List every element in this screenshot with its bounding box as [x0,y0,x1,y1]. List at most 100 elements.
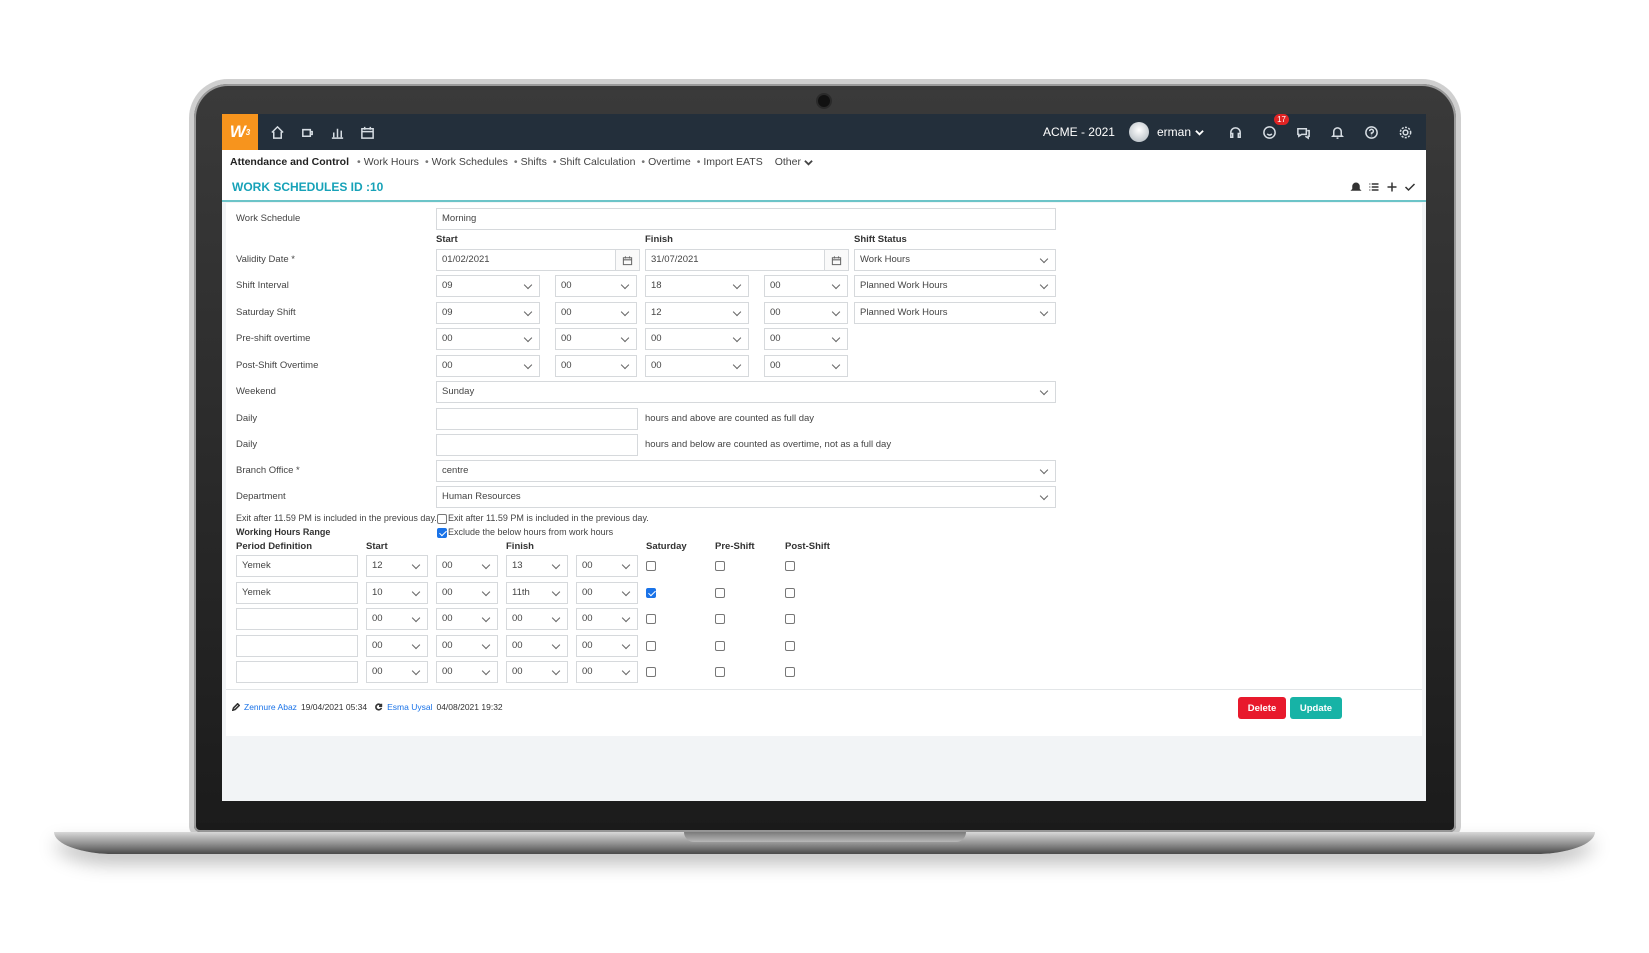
shift-interval-start-minute[interactable]: 00 [555,275,637,297]
period-saturday-checkbox[interactable] [646,588,656,598]
period-post-checkbox[interactable] [785,641,795,651]
delete-button[interactable]: Delete [1238,697,1286,719]
nav-work-schedules[interactable]: Work Schedules [425,156,508,168]
company-label[interactable]: ACME - 2021 [1043,125,1115,139]
period-name-input[interactable] [236,635,358,657]
nav-import-eats[interactable]: Import EATS [697,156,762,168]
period-finish-minute[interactable]: 00 [576,635,638,657]
period-pre-checkbox[interactable] [715,614,725,624]
period-start-minute[interactable]: 00 [436,661,498,683]
user-menu[interactable]: erman [1157,125,1204,139]
pre-finish-minute[interactable]: 00 [764,328,848,350]
saturday-finish-hour[interactable]: 12 [645,302,749,324]
period-start-hour[interactable]: 00 [366,608,428,630]
work-schedule-input[interactable]: Morning [436,208,1056,230]
check-icon[interactable] [1404,181,1416,193]
post-finish-hour[interactable]: 00 [645,355,749,377]
pre-finish-hour[interactable]: 00 [645,328,749,350]
period-finish-hour[interactable]: 13 [506,555,568,577]
department-select[interactable]: Human Resources [436,486,1056,508]
saturday-start-hour[interactable]: 09 [436,302,540,324]
shift-interval-finish-minute[interactable]: 00 [764,275,848,297]
period-start-hour[interactable]: 00 [366,661,428,683]
period-post-checkbox[interactable] [785,561,795,571]
period-start-minute[interactable]: 00 [436,582,498,604]
period-finish-hour[interactable]: 00 [506,635,568,657]
saturday-status-select[interactable]: Planned Work Hours [854,302,1056,324]
shift-interval-start-hour[interactable]: 09 [436,275,540,297]
daily-overtime-input[interactable] [436,434,638,456]
chat-icon[interactable] [1290,119,1316,145]
calendar-icon[interactable] [354,119,380,145]
period-finish-minute[interactable]: 00 [576,582,638,604]
period-name-input[interactable]: Yemek [236,555,358,577]
period-name-input[interactable] [236,661,358,683]
saturday-start-minute[interactable]: 00 [555,302,637,324]
post-start-hour[interactable]: 00 [436,355,540,377]
period-saturday-checkbox[interactable] [646,641,656,651]
update-button[interactable]: Update [1290,697,1342,719]
period-post-checkbox[interactable] [785,667,795,677]
saturday-finish-minute[interactable]: 00 [764,302,848,324]
bell-icon[interactable] [1350,181,1362,193]
app-logo[interactable]: W3 [222,114,258,150]
period-finish-hour[interactable]: 00 [506,608,568,630]
pre-start-hour[interactable]: 00 [436,328,540,350]
exclude-hours-checkbox[interactable] [437,528,447,538]
nav-shifts[interactable]: Shifts [514,156,547,168]
period-start-hour[interactable]: 00 [366,635,428,657]
smiley-icon[interactable]: 17 [1256,114,1289,145]
updated-by-link[interactable]: Esma Uysal [387,702,432,712]
validity-finish-input[interactable]: 31/07/2021 [645,249,849,271]
calendar-icon[interactable] [824,250,848,270]
period-name-input[interactable]: Yemek [236,582,358,604]
nav-other[interactable]: Other [775,156,813,168]
list-icon[interactable] [1368,181,1380,193]
period-pre-checkbox[interactable] [715,588,725,598]
period-saturday-checkbox[interactable] [646,667,656,677]
period-start-minute[interactable]: 00 [436,555,498,577]
period-finish-minute[interactable]: 00 [576,661,638,683]
daily-full-input[interactable] [436,408,638,430]
branch-office-select[interactable]: centre [436,460,1056,482]
period-saturday-checkbox[interactable] [646,561,656,571]
home-icon[interactable] [264,119,290,145]
period-finish-minute[interactable]: 00 [576,608,638,630]
created-by-link[interactable]: Zennure Abaz [244,702,297,712]
gear-icon[interactable] [1392,119,1418,145]
pre-start-minute[interactable]: 00 [555,328,637,350]
period-post-checkbox[interactable] [785,614,795,624]
validity-start-input[interactable]: 01/02/2021 [436,249,640,271]
period-finish-hour[interactable]: 11th [506,582,568,604]
help-icon[interactable] [1358,119,1384,145]
period-finish-minute[interactable]: 00 [576,555,638,577]
bell-icon[interactable] [1324,119,1350,145]
period-start-hour[interactable]: 12 [366,555,428,577]
nav-shift-calculation[interactable]: Shift Calculation [553,156,636,168]
weekend-select[interactable]: Sunday [436,381,1056,403]
period-start-minute[interactable]: 00 [436,635,498,657]
period-pre-checkbox[interactable] [715,561,725,571]
period-pre-checkbox[interactable] [715,641,725,651]
post-finish-minute[interactable]: 00 [764,355,848,377]
shift-interval-status-select[interactable]: Planned Work Hours [854,275,1056,297]
shift-interval-finish-hour[interactable]: 18 [645,275,749,297]
period-pre-checkbox[interactable] [715,667,725,677]
calendar-icon[interactable] [615,250,639,270]
period-post-checkbox[interactable] [785,588,795,598]
headset-icon[interactable] [1222,119,1248,145]
exit-checkbox[interactable] [437,514,447,524]
post-start-minute[interactable]: 00 [555,355,637,377]
period-saturday-checkbox[interactable] [646,614,656,624]
nav-work-hours[interactable]: Work Hours [357,156,419,168]
avatar[interactable] [1128,122,1149,142]
bar-chart-icon[interactable] [324,119,350,145]
coffee-icon[interactable] [294,119,320,145]
period-name-input[interactable] [236,608,358,630]
period-finish-hour[interactable]: 00 [506,661,568,683]
period-start-minute[interactable]: 00 [436,608,498,630]
nav-overtime[interactable]: Overtime [641,156,691,168]
plus-icon[interactable] [1386,181,1398,193]
period-start-hour[interactable]: 10 [366,582,428,604]
validity-status-select[interactable]: Work Hours [854,249,1056,271]
